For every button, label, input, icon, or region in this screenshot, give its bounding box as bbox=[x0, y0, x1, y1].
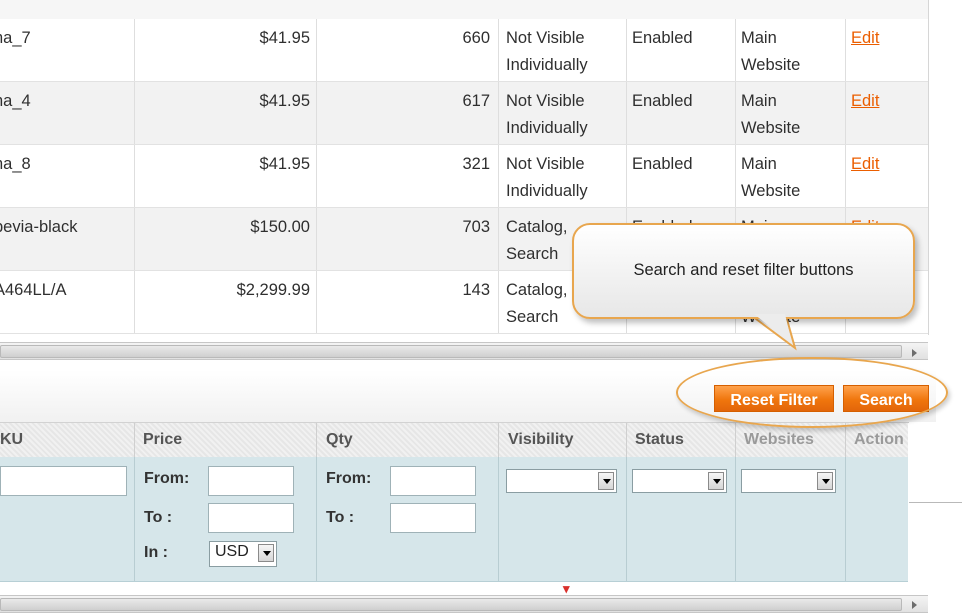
chevron-down-icon[interactable] bbox=[598, 472, 614, 490]
websites-cell: Main Website bbox=[741, 88, 841, 144]
qty-cell: 321 bbox=[462, 155, 490, 173]
visibility-line: Not Visible bbox=[506, 92, 585, 110]
visibility-line: Not Visible bbox=[506, 29, 585, 47]
website-line: Main bbox=[741, 92, 777, 110]
visibility-line: Not Visible bbox=[506, 155, 585, 173]
sku-cell: A464LL/A bbox=[0, 281, 67, 299]
price-from-label: From: bbox=[144, 470, 190, 487]
edit-link[interactable]: Edit bbox=[851, 155, 879, 173]
action-cell: Edit bbox=[851, 151, 911, 207]
qty-to-input[interactable] bbox=[390, 503, 476, 533]
qty-cell: 143 bbox=[462, 281, 490, 299]
edit-link[interactable]: Edit bbox=[851, 29, 879, 47]
status-cell: Enabled bbox=[632, 92, 693, 110]
column-header-websites[interactable]: Websites bbox=[744, 431, 814, 449]
chevron-down-icon[interactable] bbox=[817, 472, 833, 490]
visibility-cell: Not Visible Individually bbox=[506, 88, 624, 144]
filter-grid-header: KU Price Qty Visibility Status Websites … bbox=[0, 422, 908, 458]
table-row[interactable]: na_4 $41.95 617 Not Visible Individually Enab… bbox=[0, 82, 928, 145]
price-cell: $41.95 bbox=[259, 155, 310, 173]
sku-cell: bevia-black bbox=[0, 218, 78, 236]
status-filter-select[interactable] bbox=[632, 469, 727, 493]
price-to-label: To : bbox=[144, 509, 173, 526]
column-header-status[interactable]: Status bbox=[635, 431, 684, 449]
status-cell: Enabled bbox=[632, 155, 693, 173]
callout-text: Search and reset filter buttons bbox=[633, 261, 854, 279]
filter-horizontal-scrollbar[interactable] bbox=[0, 595, 928, 613]
price-to-input[interactable] bbox=[208, 503, 294, 533]
table-row[interactable]: na_8 $41.95 321 Not Visible Individually Enab… bbox=[0, 145, 928, 208]
websites-cell: Main Website bbox=[741, 151, 841, 207]
visibility-line: Individually bbox=[506, 182, 588, 200]
price-from-input[interactable] bbox=[208, 466, 294, 496]
scrollbar-thumb[interactable] bbox=[0, 345, 902, 358]
column-header-visibility[interactable]: Visibility bbox=[508, 431, 574, 449]
chevron-down-icon[interactable] bbox=[708, 472, 724, 490]
qty-cell: 703 bbox=[462, 218, 490, 236]
website-line: Website bbox=[741, 56, 801, 74]
price-cell: $41.95 bbox=[259, 92, 310, 110]
edit-link[interactable]: Edit bbox=[851, 92, 879, 110]
price-cell: $41.95 bbox=[259, 29, 310, 47]
chevron-down-icon[interactable] bbox=[258, 544, 274, 562]
action-cell: Edit bbox=[851, 25, 911, 81]
currency-label: In : bbox=[144, 544, 168, 561]
column-header-price[interactable]: Price bbox=[143, 431, 182, 449]
qty-to-label: To : bbox=[326, 509, 355, 526]
website-line: Website bbox=[741, 182, 801, 200]
qty-from-input[interactable] bbox=[390, 466, 476, 496]
visibility-filter-select[interactable] bbox=[506, 469, 617, 493]
visibility-line: Individually bbox=[506, 56, 588, 74]
side-panel-edge bbox=[909, 422, 962, 582]
websites-cell: Main Website bbox=[741, 25, 841, 81]
website-line: Main bbox=[741, 29, 777, 47]
website-line: Main bbox=[741, 155, 777, 173]
sku-cell: na_4 bbox=[0, 92, 31, 110]
column-header-sku[interactable]: KU bbox=[0, 431, 23, 449]
callout-bubble: Search and reset filter buttons bbox=[572, 223, 915, 319]
buttons-highlight-oval bbox=[676, 357, 948, 428]
website-line: Website bbox=[741, 119, 801, 137]
qty-cell: 617 bbox=[462, 92, 490, 110]
sku-cell: na_7 bbox=[0, 29, 31, 47]
qty-cell: 660 bbox=[462, 29, 490, 47]
visibility-cell: Not Visible Individually bbox=[506, 25, 624, 81]
grid-header bbox=[0, 0, 928, 20]
price-cell: $2,299.99 bbox=[236, 281, 310, 299]
sku-cell: na_8 bbox=[0, 155, 31, 173]
logo-fragment-icon: ▾ bbox=[563, 581, 570, 596]
currency-select-value: USD bbox=[215, 543, 249, 560]
websites-filter-select[interactable] bbox=[741, 469, 836, 493]
visibility-cell: Not Visible Individually bbox=[506, 151, 624, 207]
currency-select[interactable]: USD bbox=[209, 541, 277, 567]
sku-filter-input[interactable] bbox=[0, 466, 127, 496]
column-header-action: Action bbox=[854, 431, 904, 448]
column-header-qty[interactable]: Qty bbox=[326, 431, 353, 449]
scroll-right-icon[interactable] bbox=[912, 601, 917, 609]
table-row[interactable]: na_7 $41.95 660 Not Visible Individually Enab… bbox=[0, 19, 928, 82]
action-cell: Edit bbox=[851, 88, 911, 144]
scroll-right-icon[interactable] bbox=[912, 349, 917, 357]
scrollbar-thumb[interactable] bbox=[0, 598, 902, 611]
qty-from-label: From: bbox=[326, 470, 372, 487]
price-cell: $150.00 bbox=[250, 218, 310, 236]
visibility-line: Individually bbox=[506, 119, 588, 137]
status-cell: Enabled bbox=[632, 29, 693, 47]
